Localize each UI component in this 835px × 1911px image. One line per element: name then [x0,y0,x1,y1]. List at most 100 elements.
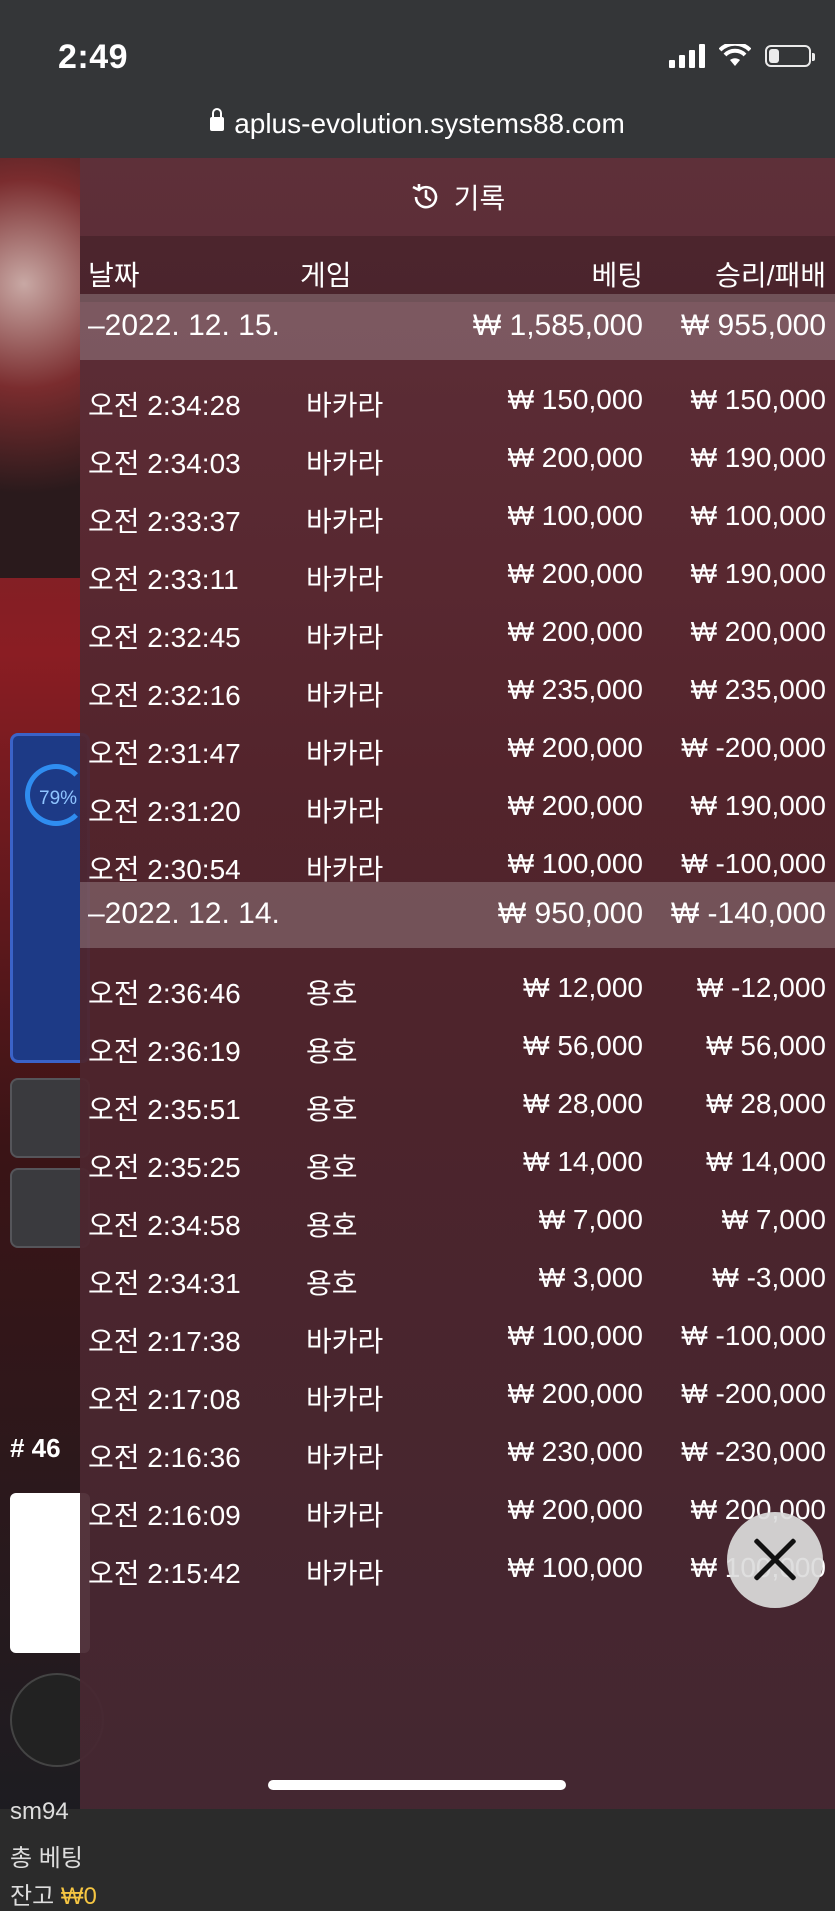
total-bet-label: 총 베팅 [10,1845,83,1872]
history-row[interactable]: 오전 2:36:46 용호 ₩ 12,000 ₩ -12,000 [80,956,835,1022]
row-game: 용호 [306,1210,358,1241]
player-bet-button[interactable] [10,1168,90,1248]
progress-text: 79% [39,788,78,809]
row-game: 바카라 [306,1558,384,1589]
history-row[interactable]: 오전 2:31:20 바카라 ₩ 200,000 ₩ 190,000 [80,774,835,840]
row-winloss: ₩ 14,000 [706,1146,826,1177]
row-winloss: ₩ -12,000 [696,972,826,1003]
row-bet: ₩ 100,000 [507,1552,643,1583]
row-time: 오전 2:34:31 [88,1268,241,1299]
row-bet: ₩ 14,000 [523,1146,643,1177]
row-time: 오전 2:35:25 [88,1152,241,1183]
row-bet: ₩ 100,000 [507,848,643,879]
row-time: 오전 2:36:46 [88,978,241,1009]
row-bet: ₩ 150,000 [507,384,643,415]
row-time: 오전 2:31:47 [88,738,241,769]
history-row[interactable]: 오전 2:33:11 바카라 ₩ 200,000 ₩ 190,000 [80,542,835,608]
row-winloss: ₩ -230,000 [681,1436,826,1467]
row-game: 바카라 [306,1326,384,1357]
row-game: 용호 [306,978,358,1009]
column-header: 날짜 게임 베팅 승리/패배 [80,236,835,302]
date-group-row[interactable]: –2022. 12. 14. ₩ 950,000 ₩ -140,000 [80,882,835,948]
battery-level [769,49,779,63]
row-winloss: ₩ -100,000 [681,1320,826,1351]
row-game: 용호 [306,1152,358,1183]
row-winloss: ₩ 7,000 [721,1204,826,1235]
history-row[interactable]: 오전 2:17:38 바카라 ₩ 100,000 ₩ -100,000 [80,1304,835,1370]
row-time: 오전 2:32:45 [88,622,241,653]
row-time: 오전 2:16:36 [88,1442,241,1473]
row-bet: ₩ 235,000 [507,674,643,705]
row-winloss: ₩ 28,000 [706,1088,826,1119]
row-time: 오전 2:16:09 [88,1500,241,1531]
row-game: 바카라 [306,680,384,711]
history-icon [412,184,438,209]
history-row[interactable]: 오전 2:34:28 바카라 ₩ 150,000 ₩ 150,000 [80,368,835,434]
row-game: 용호 [306,1268,358,1299]
bet-timer-panel: 79% [10,733,90,1063]
row-time: 오전 2:17:38 [88,1326,241,1357]
date-group-row[interactable]: –2022. 12. 15. ₩ 1,585,000 ₩ 955,000 [80,294,835,360]
history-row[interactable]: 오전 2:32:45 바카라 ₩ 200,000 ₩ 200,000 [80,600,835,666]
username: sm94 [10,1798,69,1825]
url-text: aplus-evolution.systems88.com [234,108,625,139]
dealer-video [0,158,80,578]
row-time: 오전 2:33:37 [88,506,241,537]
row-time: 오전 2:35:51 [88,1094,241,1125]
history-row[interactable]: 오전 2:31:47 바카라 ₩ 200,000 ₩ -200,000 [80,716,835,782]
group-total-bet: ₩ 1,585,000 [472,309,643,342]
row-time: 오전 2:36:19 [88,1036,241,1067]
row-game: 바카라 [306,390,384,421]
row-winloss: ₩ 190,000 [690,558,826,589]
history-row[interactable]: 오전 2:16:09 바카라 ₩ 200,000 ₩ 200,000 [80,1478,835,1544]
row-bet: ₩ 230,000 [507,1436,643,1467]
history-row[interactable]: 오전 2:34:58 용호 ₩ 7,000 ₩ 7,000 [80,1188,835,1254]
row-bet: ₩ 200,000 [507,616,643,647]
row-time: 오전 2:15:42 [88,1558,241,1589]
row-bet: ₩ 200,000 [507,1494,643,1525]
group-total-bet: ₩ 950,000 [497,897,643,930]
history-row[interactable]: 오전 2:16:36 바카라 ₩ 230,000 ₩ -230,000 [80,1420,835,1486]
history-row[interactable]: 오전 2:36:19 용호 ₩ 56,000 ₩ 56,000 [80,1014,835,1080]
row-game: 바카라 [306,1500,384,1531]
close-button[interactable] [727,1512,823,1608]
row-time: 오전 2:34:28 [88,390,241,421]
row-bet: ₩ 3,000 [538,1262,643,1293]
history-row[interactable]: 오전 2:34:31 용호 ₩ 3,000 ₩ -3,000 [80,1246,835,1312]
clock: 2:49 [58,38,129,76]
row-time: 오전 2:34:58 [88,1210,241,1241]
row-time: 오전 2:17:08 [88,1384,241,1415]
row-game: 바카라 [306,796,384,827]
row-game: 바카라 [306,738,384,769]
row-game: 바카라 [306,622,384,653]
history-row[interactable]: 오전 2:35:25 용호 ₩ 14,000 ₩ 14,000 [80,1130,835,1196]
row-bet: ₩ 28,000 [523,1088,643,1119]
row-winloss: ₩ 100,000 [690,500,826,531]
col-winloss: 승리/패배 [715,260,826,291]
row-game: 바카라 [306,506,384,537]
row-game: 용호 [306,1036,358,1067]
player-pair-button[interactable] [10,1078,90,1158]
history-row[interactable]: 오전 2:17:08 바카라 ₩ 200,000 ₩ -200,000 [80,1362,835,1428]
history-row[interactable]: 오전 2:35:51 용호 ₩ 28,000 ₩ 28,000 [80,1072,835,1138]
history-row[interactable]: 오전 2:33:37 바카라 ₩ 100,000 ₩ 100,000 [80,484,835,550]
history-row[interactable]: 오전 2:34:03 바카라 ₩ 200,000 ₩ 190,000 [80,426,835,492]
wifi-icon [719,44,751,66]
row-bet: ₩ 200,000 [507,1378,643,1409]
road-board [10,1493,90,1653]
history-row[interactable]: 오전 2:15:42바카라₩ 100,000₩ 100,000 [80,1536,835,1602]
row-game: 바카라 [306,1442,384,1473]
row-bet: ₩ 200,000 [507,732,643,763]
row-winloss: ₩ 190,000 [690,442,826,473]
address-bar[interactable]: aplus-evolution.systems88.com [0,108,835,158]
system-icons [669,44,815,68]
home-indicator[interactable] [268,1780,566,1790]
row-bet: ₩ 100,000 [507,500,643,531]
row-winloss: ₩ 150,000 [690,384,826,415]
row-game: 바카라 [306,448,384,479]
history-row[interactable]: 오전 2:32:16 바카라 ₩ 235,000 ₩ 235,000 [80,658,835,724]
row-time: 오전 2:34:03 [88,448,241,479]
group-total-winloss: ₩ -140,000 [670,897,826,930]
row-bet: ₩ 200,000 [507,558,643,589]
row-winloss: ₩ 56,000 [706,1030,826,1061]
